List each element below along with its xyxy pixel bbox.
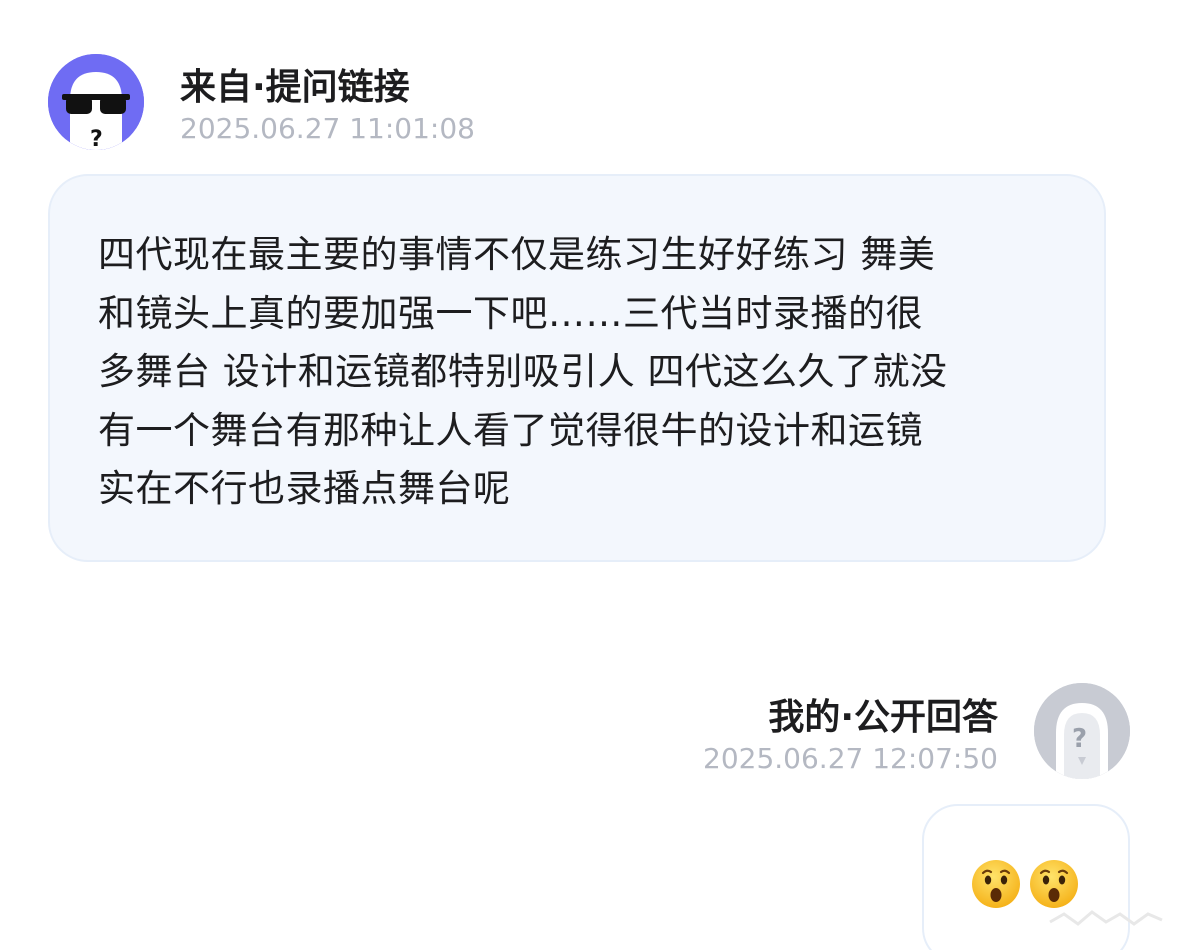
question-text: 四代现在最主要的事情不仅是练习生好好练习 舞美 和镜头上真的要加强一下吧……三代… [98, 226, 1064, 519]
question-line: 实在不行也录播点舞台呢 [98, 467, 511, 510]
question-bubble: 四代现在最主要的事情不仅是练习生好好练习 舞美 和镜头上真的要加强一下吧……三代… [48, 174, 1106, 562]
question-timestamp: 2025.06.27 11:01:08 [180, 112, 475, 145]
question-line: 四代现在最主要的事情不仅是练习生好好练习 舞美 [98, 233, 936, 276]
question-line: 和镜头上真的要加强一下吧……三代当时录播的很 [98, 291, 923, 335]
asker-avatar[interactable]: ? [48, 54, 144, 150]
anonymous-ghost-icon: ? [1034, 683, 1130, 779]
question-line: 有一个舞台有那种让人看了觉得很牛的设计和运镜 [98, 408, 923, 452]
answer-timestamp: 2025.06.27 12:07:50 [703, 742, 998, 775]
svg-text:?: ? [90, 127, 103, 150]
hushed-face-icon [972, 860, 1020, 908]
asker-title: 来自·提问链接 [180, 67, 410, 108]
answerer-title: 我的·公开回答 [768, 697, 998, 738]
anonymous-sunglasses-icon: ? [48, 54, 144, 150]
svg-text:?: ? [1072, 724, 1087, 754]
qa-card: ? 来自·提问链接 2025.06.27 11:01:08 四代现在最主要的事情… [0, 0, 1179, 950]
answerer-avatar[interactable]: ? [1034, 683, 1130, 779]
question-line: 多舞台 设计和运镜都特别吸引人 四代这么久了就没 [98, 350, 948, 393]
watermark-icon [1049, 910, 1163, 926]
